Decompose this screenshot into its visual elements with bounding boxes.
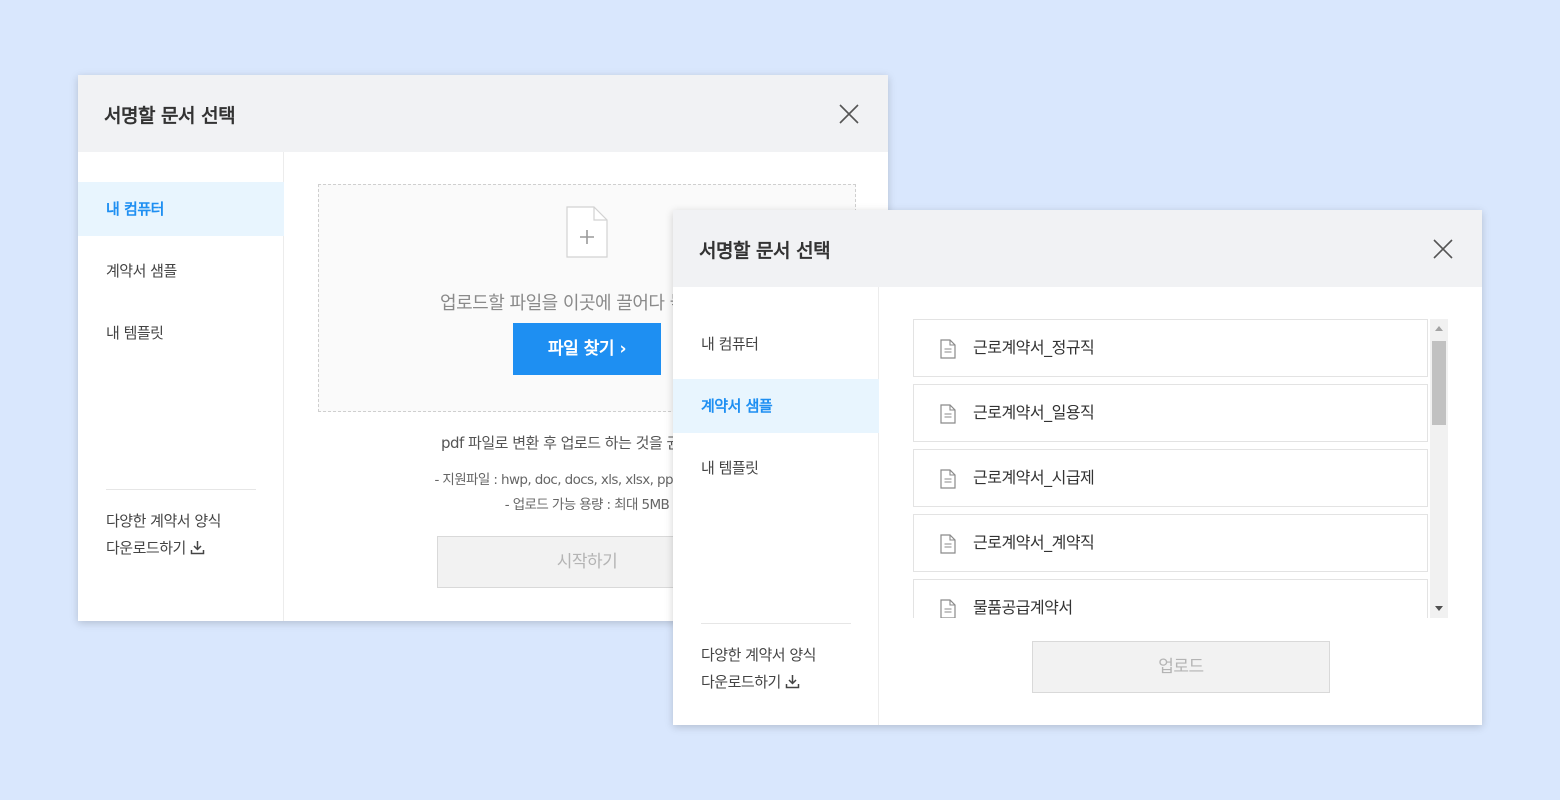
list-item[interactable]: 근로계약서_시급제 xyxy=(913,449,1428,507)
sidebar-item-my-computer[interactable]: 내 컴퓨터 xyxy=(673,317,879,371)
list-item[interactable]: 물품공급계약서 xyxy=(913,579,1428,618)
list-item[interactable]: 근로계약서_정규직 xyxy=(913,319,1428,377)
download-link-line1: 다양한 계약서 양식 xyxy=(106,512,221,530)
dialog-title: 서명할 문서 선택 xyxy=(699,240,831,262)
file-name: 근로계약서_정규직 xyxy=(973,338,1095,357)
list-item[interactable]: 근로계약서_일용직 xyxy=(913,384,1428,442)
scroll-down-arrow-icon[interactable] xyxy=(1430,600,1448,616)
dialog-title: 서명할 문서 선택 xyxy=(104,105,236,127)
document-icon xyxy=(940,534,956,554)
download-templates-link[interactable]: 다양한 계약서 양식 다운로드하기 xyxy=(106,508,221,562)
find-file-button[interactable]: 파일 찾기 › xyxy=(513,323,661,375)
sidebar-divider xyxy=(701,623,851,624)
close-icon xyxy=(839,104,859,124)
sidebar-item-my-templates[interactable]: 내 템플릿 xyxy=(673,441,879,495)
document-icon xyxy=(940,339,956,359)
download-link-line2: 다운로드하기 xyxy=(106,539,186,557)
close-button[interactable] xyxy=(838,103,860,125)
close-icon xyxy=(1433,239,1453,259)
sidebar: 내 컴퓨터 계약서 샘플 내 템플릿 다양한 계약서 양식 다운로드하기 xyxy=(78,152,284,621)
document-icon xyxy=(940,404,956,424)
download-templates-link[interactable]: 다양한 계약서 양식 다운로드하기 xyxy=(701,642,816,696)
download-link-line1: 다양한 계약서 양식 xyxy=(701,646,816,664)
sidebar-item-my-computer[interactable]: 내 컴퓨터 xyxy=(78,182,284,236)
file-name: 근로계약서_일용직 xyxy=(973,403,1095,422)
file-plus-icon xyxy=(566,206,608,258)
sidebar-item-my-templates[interactable]: 내 템플릿 xyxy=(78,306,284,360)
scroll-up-arrow-icon[interactable] xyxy=(1430,321,1448,337)
file-name: 근로계약서_계약직 xyxy=(973,533,1095,552)
list-item[interactable]: 근로계약서_계약직 xyxy=(913,514,1428,572)
list-scrollbar[interactable] xyxy=(1430,319,1448,618)
contract-sample-list: 근로계약서_정규직 근로계약서_일용직 근로계약서_시급제 근로계약서_계약직 … xyxy=(913,319,1428,618)
file-name: 물품공급계약서 xyxy=(973,598,1073,617)
dialog-header: 서명할 문서 선택 xyxy=(78,75,888,152)
select-document-dialog-contract-samples: 서명할 문서 선택 내 컴퓨터 계약서 샘플 내 템플릿 다양한 계약서 양식 … xyxy=(673,210,1482,725)
document-icon xyxy=(940,469,956,489)
upload-button[interactable]: 업로드 xyxy=(1032,641,1330,693)
dialog-header: 서명할 문서 선택 xyxy=(673,210,1482,287)
sidebar: 내 컴퓨터 계약서 샘플 내 템플릿 다양한 계약서 양식 다운로드하기 xyxy=(673,287,879,725)
download-icon xyxy=(190,541,205,555)
download-link-line2: 다운로드하기 xyxy=(701,673,781,691)
sidebar-divider xyxy=(106,489,256,490)
sidebar-item-contract-samples[interactable]: 계약서 샘플 xyxy=(78,244,284,298)
sidebar-item-contract-samples[interactable]: 계약서 샘플 xyxy=(673,379,879,433)
document-icon xyxy=(940,599,956,618)
close-button[interactable] xyxy=(1432,238,1454,260)
file-name: 근로계약서_시급제 xyxy=(973,468,1095,487)
download-icon xyxy=(785,675,800,689)
scrollbar-thumb[interactable] xyxy=(1432,341,1446,425)
